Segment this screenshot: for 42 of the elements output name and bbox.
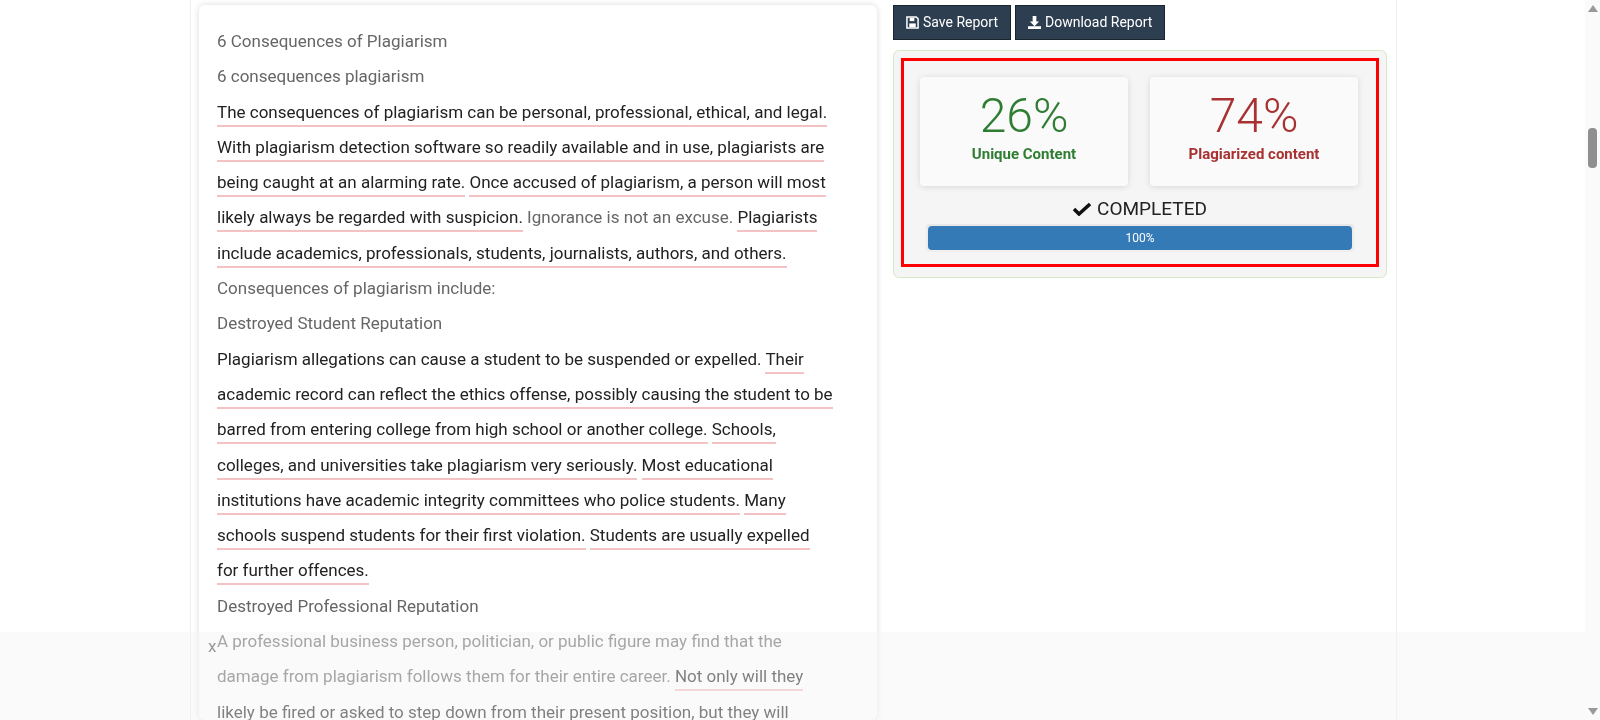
download-icon — [1028, 16, 1041, 29]
scroll-up-icon[interactable] — [1588, 5, 1598, 12]
matched-text: academic record can reflect the ethics offense, possibly causing the student to be — [217, 383, 833, 409]
matched-text: Students are usually expelled — [589, 525, 810, 551]
matched-text: With plagiarism detection software so readily available and in use, plagiarists are — [217, 136, 825, 162]
save-icon — [906, 16, 919, 29]
matched-text: Many — [744, 489, 786, 515]
text-line: Destroyed Professional Reputation — [217, 595, 479, 616]
save-report-button[interactable]: Save Report — [893, 5, 1011, 40]
matched-text: likely always be regarded with suspicion. — [217, 207, 523, 233]
progress-fill: 100% — [928, 226, 1352, 250]
matched-text: Not only will they — [674, 666, 804, 692]
matched-text: Schools, — [711, 419, 776, 445]
text-line: Consequences of plagiarism include: — [217, 278, 496, 299]
matched-text: include academics, professionals, students, journalists, authors, and others. — [217, 242, 787, 268]
matched-text: Plagiarists — [737, 207, 818, 233]
matched-text: schools suspend students for their first violation. — [217, 525, 586, 551]
text-line: Plagiarism allegations can cause a student to be suspended or expelled. — [217, 348, 762, 369]
matched-text: Once accused of plagiarism, a person will most — [469, 172, 826, 198]
scroll-down-icon[interactable] — [1588, 708, 1598, 715]
matched-text: colleges, and universities take plagiarism very seriously. — [217, 454, 638, 480]
scroll-thumb[interactable] — [1588, 128, 1597, 168]
stat-label: Plagiarized content — [1188, 144, 1320, 165]
matched-text: barred from entering college from high school or another college. — [217, 419, 708, 445]
scrollbar[interactable] — [1585, 0, 1600, 720]
matched-text: institutions have academic integrity committees who police students. — [217, 489, 740, 515]
percentage-value: 74% — [1209, 91, 1299, 141]
text-line: A professional business person, politician, or public figure may find that the — [217, 631, 782, 652]
text-line: Destroyed Student Reputation — [217, 313, 443, 334]
matched-text: The consequences of plagiarism can be personal, professional, ethical, and legal. — [217, 101, 828, 127]
text-line: damage from plagiarism follows them for their entire career. — [217, 666, 671, 687]
percentage-value: 26% — [979, 91, 1069, 141]
matched-text: Their — [765, 348, 804, 374]
stat-label: Unique Content — [971, 144, 1077, 165]
download-report-button[interactable]: Download Report — [1015, 5, 1166, 40]
text-line: Ignorance is not an excuse. — [527, 207, 734, 228]
text-line: 6 Consequences of Plagiarism — [217, 31, 448, 51]
status-text: COMPLETED — [1097, 196, 1207, 222]
text-line: 6 consequences plagiarism — [217, 66, 425, 87]
matched-text: Most educational — [641, 454, 773, 480]
matched-text: for further offences. — [217, 560, 369, 586]
matched-text: being caught at an alarming rate. — [217, 172, 466, 198]
